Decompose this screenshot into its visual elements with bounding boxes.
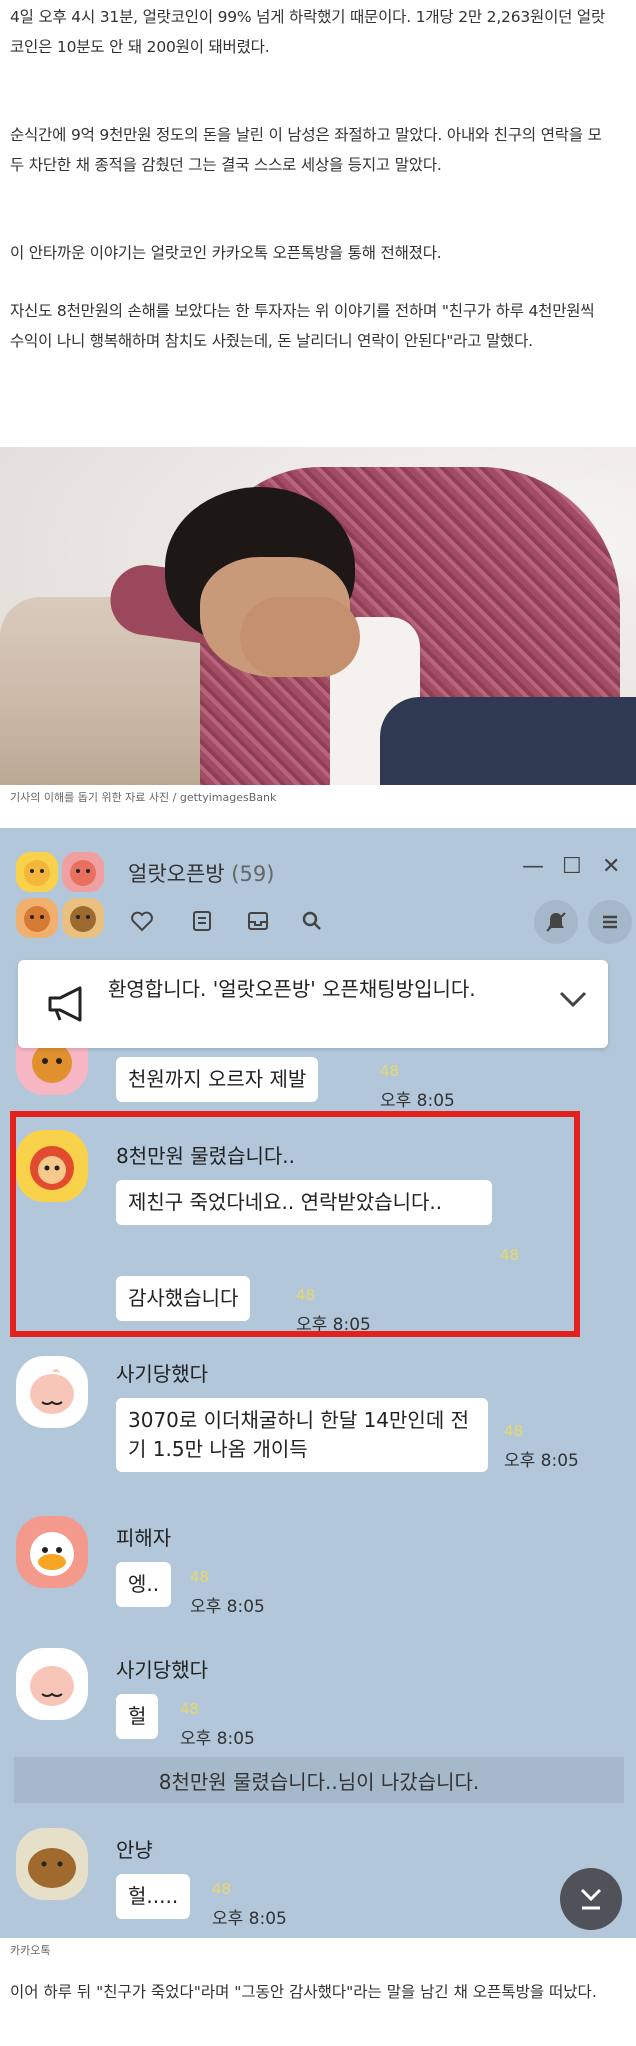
sender-name: 사기당했다 [116, 1362, 208, 1386]
message-time: 오후 8:05 [180, 1729, 255, 1749]
minimize-button[interactable]: — [522, 854, 544, 879]
highlight-box [10, 1111, 580, 1337]
image-source: 카카오톡 [10, 1944, 51, 1957]
photo-caption: 기사의 이해를 돕기 위한 자료 사진 / gettyimagesBank [10, 791, 277, 804]
article-paragraph: 이어 하루 뒤 "친구가 죽었다"라며 "그동안 감사했다"라는 말을 남긴 채… [10, 1983, 597, 2001]
member-avatar [16, 852, 58, 892]
article-paragraph: 이 안타까운 이야기는 얼랏코인 카카오톡 오픈톡방을 통해 전해졌다. [10, 244, 442, 262]
article-paragraph: 자신도 8천만원의 손해를 보았다는 한 투자자는 위 이야기를 전하며 "친구… [10, 302, 595, 350]
avatar[interactable] [16, 1648, 88, 1720]
mute-icon[interactable] [534, 900, 578, 944]
unread-count: 48 [190, 1568, 210, 1586]
heart-icon[interactable] [124, 904, 160, 938]
chat-window: 얼랏오픈방 (59) — ☐ ✕ 천원까지 오르자 제발 48 오후 8:05 [0, 828, 636, 1938]
avatar[interactable] [16, 1828, 88, 1900]
message-time: 오후 8:05 [380, 1091, 455, 1111]
sender-name: 사기당했다 [116, 1658, 208, 1682]
chat-name: 얼랏오픈방 [128, 862, 225, 886]
notice-text: 환영합니다. '얼랏오픈방' 오픈채팅방입니다. [108, 977, 476, 1001]
chevron-down-icon [580, 1888, 602, 1910]
article-photo [0, 447, 636, 785]
message-bubble[interactable]: 천원까지 오르자 제발 [116, 1057, 319, 1102]
member-avatar [62, 898, 104, 938]
avatar[interactable] [16, 1516, 88, 1588]
message-time: 오후 8:05 [212, 1909, 287, 1929]
sender-name: 피해자 [116, 1526, 172, 1550]
system-message: 8천만원 물렸습니다..님이 나갔습니다. [14, 1757, 624, 1803]
notice-banner[interactable]: 환영합니다. '얼랏오픈방' 오픈채팅방입니다. [18, 960, 608, 1048]
member-avatar [16, 898, 58, 938]
inbox-icon[interactable] [240, 904, 276, 938]
message-bubble[interactable]: 엥.. [116, 1562, 172, 1607]
notes-icon[interactable] [184, 904, 220, 938]
megaphone-icon [48, 986, 82, 1022]
article-paragraph: 4일 오후 4시 31분, 얼랏코인이 99% 넘게 하락했기 때문이다. 1개… [10, 8, 606, 56]
close-button[interactable]: ✕ [602, 854, 620, 879]
scroll-to-bottom-button[interactable] [560, 1868, 622, 1930]
sender-name: 안냥 [116, 1838, 153, 1862]
member-avatar [62, 852, 104, 892]
avatar[interactable] [16, 1356, 88, 1428]
unread-count: 48 [504, 1422, 524, 1440]
maximize-button[interactable]: ☐ [562, 854, 582, 879]
search-icon[interactable] [294, 904, 330, 938]
article-paragraph: 순식간에 9억 9천만원 정도의 돈을 날린 이 남성은 좌절하고 말았다. 아… [10, 126, 602, 174]
chevron-down-icon[interactable] [558, 982, 588, 1017]
message-time: 오후 8:05 [504, 1451, 579, 1471]
message-bubble[interactable]: 헐 [116, 1694, 159, 1739]
member-count: (59) [231, 862, 275, 886]
chat-title: 얼랏오픈방 (59) [128, 858, 274, 888]
unread-count: 48 [212, 1880, 232, 1898]
chat-header: 얼랏오픈방 (59) — ☐ ✕ [0, 828, 636, 944]
menu-icon[interactable] [588, 900, 632, 944]
message-bubble[interactable]: 헐..... [116, 1874, 191, 1919]
message-time: 오후 8:05 [190, 1597, 265, 1617]
group-avatar [16, 852, 106, 940]
unread-count: 48 [180, 1700, 200, 1718]
message-bubble[interactable]: 3070로 이더채굴하니 한달 14만인데 전기 1.5만 나옴 개이득 [116, 1398, 488, 1472]
unread-count: 48 [380, 1062, 400, 1080]
